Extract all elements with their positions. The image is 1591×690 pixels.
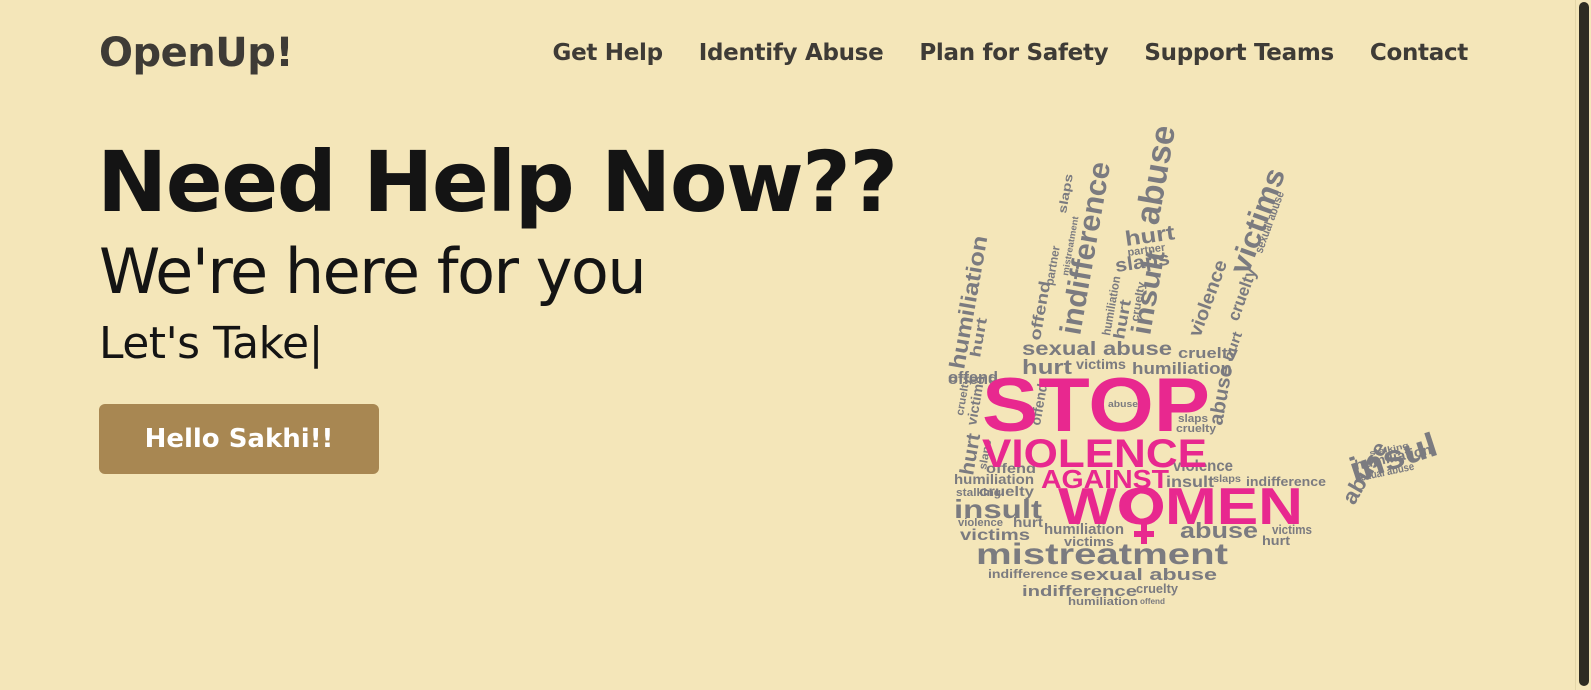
- word-index-1: offend: [1027, 280, 1054, 342]
- hero-typed-text: Let's Take|: [99, 318, 323, 369]
- word-index-4: slaps: [1055, 172, 1076, 214]
- word-middle-0: abuse: [1128, 126, 1183, 227]
- nav-identify-abuse[interactable]: Identify Abuse: [699, 40, 884, 66]
- hero-title: Need Help Now??: [97, 133, 898, 231]
- word-palm-29: humiliation: [1068, 596, 1138, 608]
- word-index-2: partner: [1042, 244, 1063, 286]
- brand-logo[interactable]: OpenUp!: [99, 30, 294, 76]
- word-ring-1: violence: [1185, 257, 1232, 339]
- word-palm-25: indifference: [988, 567, 1068, 581]
- typing-cursor: |: [308, 318, 324, 369]
- hero-subtitle: We're here for you: [99, 235, 647, 308]
- stop-violence-hand-illustration: humiliationhurtoffendcrueltyvictimshurts…: [944, 126, 1442, 608]
- word-ring-0: victims: [1224, 164, 1293, 279]
- scrollbar-track[interactable]: [1575, 0, 1591, 690]
- nav-support-teams[interactable]: Support Teams: [1144, 40, 1334, 66]
- word-palm-30: offend: [1140, 597, 1165, 606]
- word-palm-28: cruelty: [1136, 581, 1179, 596]
- word-ring-2: cruelty: [1224, 265, 1261, 324]
- nav-plan-for-safety[interactable]: Plan for Safety: [919, 40, 1108, 66]
- nav-get-help[interactable]: Get Help: [552, 40, 663, 66]
- main-nav: Get Help Identify Abuse Plan for Safety …: [552, 40, 1468, 66]
- hello-sakhi-button[interactable]: Hello Sakhi!!: [99, 404, 379, 474]
- headline-women: WOMEN: [1058, 478, 1303, 536]
- word-palm-31: stalking: [956, 487, 1001, 499]
- nav-contact[interactable]: Contact: [1370, 40, 1468, 66]
- typed-text: Let's Take: [99, 318, 309, 369]
- scrollbar-thumb[interactable]: [1579, 2, 1589, 686]
